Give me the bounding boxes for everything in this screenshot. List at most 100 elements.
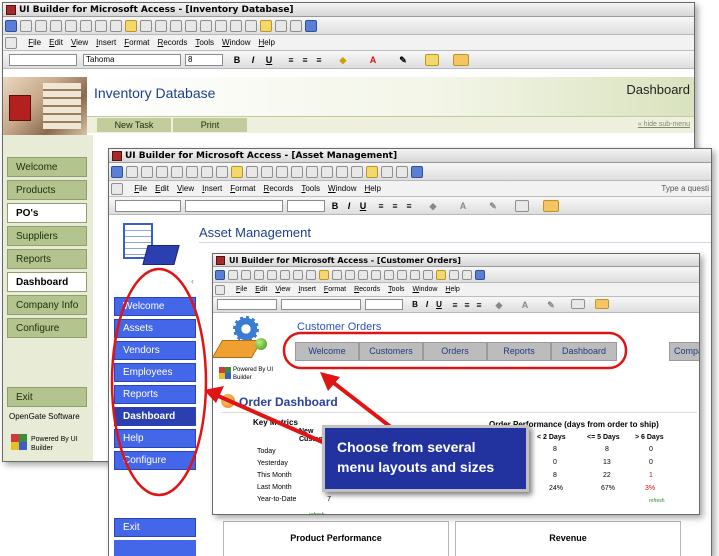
properties-icon[interactable]	[260, 20, 272, 32]
ask-question-box[interactable]: Type a questi	[661, 181, 709, 197]
bold-button[interactable]: B	[231, 54, 243, 66]
print-icon[interactable]	[156, 166, 168, 178]
new-object-icon[interactable]	[462, 270, 472, 280]
properties-icon[interactable]	[366, 166, 378, 178]
orders-title-bar[interactable]: UI Builder for Microsoft Access - [Custo…	[213, 254, 699, 267]
border-width-icon[interactable]	[571, 299, 585, 309]
object-select[interactable]	[115, 200, 181, 212]
copy-icon[interactable]	[216, 166, 228, 178]
menu-format[interactable]: Format	[230, 181, 255, 197]
delete-record-icon[interactable]	[351, 166, 363, 178]
database-window-icon[interactable]	[381, 166, 393, 178]
nav2-reports[interactable]: Reports	[114, 385, 196, 404]
bold-button[interactable]: B	[329, 200, 341, 212]
menu-view[interactable]: View	[177, 181, 194, 197]
submenu-print-button[interactable]: Print	[173, 118, 247, 132]
sort-ascending-icon[interactable]	[155, 20, 167, 32]
nav1-suppliers[interactable]: Suppliers	[7, 226, 87, 246]
font-size-select[interactable]	[287, 200, 325, 212]
menu-view[interactable]: View	[275, 283, 290, 297]
align-right-icon[interactable]: ≡	[473, 299, 485, 311]
border-width-icon[interactable]	[425, 54, 439, 66]
special-effect-icon[interactable]	[453, 54, 469, 66]
line-color-icon[interactable]: ✎	[397, 54, 409, 66]
nav1-products[interactable]: Products	[7, 180, 87, 200]
tab-customers[interactable]: Customers	[359, 342, 423, 361]
menu-window[interactable]: Window	[222, 35, 250, 51]
properties-icon[interactable]	[436, 270, 446, 280]
menu-format[interactable]: Format	[324, 283, 346, 297]
tab-company[interactable]: Compa	[669, 342, 699, 361]
menu-insert[interactable]: Insert	[298, 283, 316, 297]
font-color-icon[interactable]: A	[367, 54, 379, 66]
apply-filter-icon[interactable]	[200, 20, 212, 32]
tab-reports[interactable]: Reports	[487, 342, 551, 361]
nav2-assets[interactable]: Assets	[114, 319, 196, 338]
hide-submenu-link[interactable]: « hide sub-menu	[638, 121, 690, 128]
new-record-icon[interactable]	[230, 20, 242, 32]
help-icon[interactable]	[475, 270, 485, 280]
nav2-configure[interactable]: Configure	[114, 451, 196, 470]
cut-icon[interactable]	[201, 166, 213, 178]
menu-help[interactable]: Help	[364, 181, 380, 197]
menu-tools[interactable]: Tools	[388, 283, 404, 297]
submenu-new-task-button[interactable]: New Task	[97, 118, 171, 132]
database-window-icon[interactable]	[449, 270, 459, 280]
search-icon[interactable]	[141, 166, 153, 178]
menu-file[interactable]: File	[236, 283, 247, 297]
find-icon[interactable]	[215, 20, 227, 32]
spelling-icon[interactable]	[280, 270, 290, 280]
bold-button[interactable]: B	[409, 299, 421, 311]
line-color-icon[interactable]: ✎	[545, 299, 557, 311]
help-icon[interactable]	[305, 20, 317, 32]
spelling-icon[interactable]	[186, 166, 198, 178]
print-preview-icon[interactable]	[65, 20, 77, 32]
font-color-icon[interactable]: A	[519, 299, 531, 311]
print-icon[interactable]	[50, 20, 62, 32]
print-preview-icon[interactable]	[267, 270, 277, 280]
nav1-configure[interactable]: Configure	[7, 318, 87, 338]
save-icon[interactable]	[228, 270, 238, 280]
sort-ascending-icon[interactable]	[261, 166, 273, 178]
new-record-icon[interactable]	[410, 270, 420, 280]
print-preview-icon[interactable]	[171, 166, 183, 178]
filter-icon[interactable]	[291, 166, 303, 178]
new-record-icon[interactable]	[336, 166, 348, 178]
border-width-icon[interactable]	[515, 200, 529, 212]
delete-record-icon[interactable]	[423, 270, 433, 280]
align-left-icon[interactable]: ≡	[285, 54, 297, 66]
fill-color-icon[interactable]: ◆	[427, 200, 439, 212]
nav1-dashboard[interactable]: Dashboard	[7, 272, 87, 292]
cut-icon[interactable]	[293, 270, 303, 280]
underline-button[interactable]: U	[433, 299, 445, 311]
object-select[interactable]	[217, 299, 277, 310]
font-size-select[interactable]	[365, 299, 403, 310]
nav2-exit[interactable]: Exit	[114, 518, 196, 537]
apply-filter-icon[interactable]	[384, 270, 394, 280]
menu-tools[interactable]: Tools	[195, 35, 214, 51]
nav1-reports[interactable]: Reports	[7, 249, 87, 269]
align-center-icon[interactable]: ≡	[299, 54, 311, 66]
help-icon[interactable]	[411, 166, 423, 178]
nav2-help[interactable]: Help	[114, 429, 196, 448]
database-window-icon[interactable]	[275, 20, 287, 32]
design-view-icon[interactable]	[111, 166, 123, 178]
menu-file[interactable]: File	[28, 35, 41, 51]
italic-button[interactable]: I	[343, 200, 355, 212]
menu-window[interactable]: Window	[328, 181, 356, 197]
font-color-icon[interactable]: A	[457, 200, 469, 212]
align-center-icon[interactable]: ≡	[389, 200, 401, 212]
line-color-icon[interactable]: ✎	[487, 200, 499, 212]
underline-button[interactable]: U	[263, 54, 275, 66]
nav1-company-info[interactable]: Company Info	[7, 295, 87, 315]
menu-edit[interactable]: Edit	[255, 283, 267, 297]
align-left-icon[interactable]: ≡	[375, 200, 387, 212]
menu-edit[interactable]: Edit	[155, 181, 169, 197]
sort-descending-icon[interactable]	[276, 166, 288, 178]
align-left-icon[interactable]: ≡	[449, 299, 461, 311]
search-icon[interactable]	[35, 20, 47, 32]
tab-orders[interactable]: Orders	[423, 342, 487, 361]
special-effect-icon[interactable]	[595, 299, 609, 309]
font-name-select[interactable]	[185, 200, 283, 212]
copy-icon[interactable]	[110, 20, 122, 32]
